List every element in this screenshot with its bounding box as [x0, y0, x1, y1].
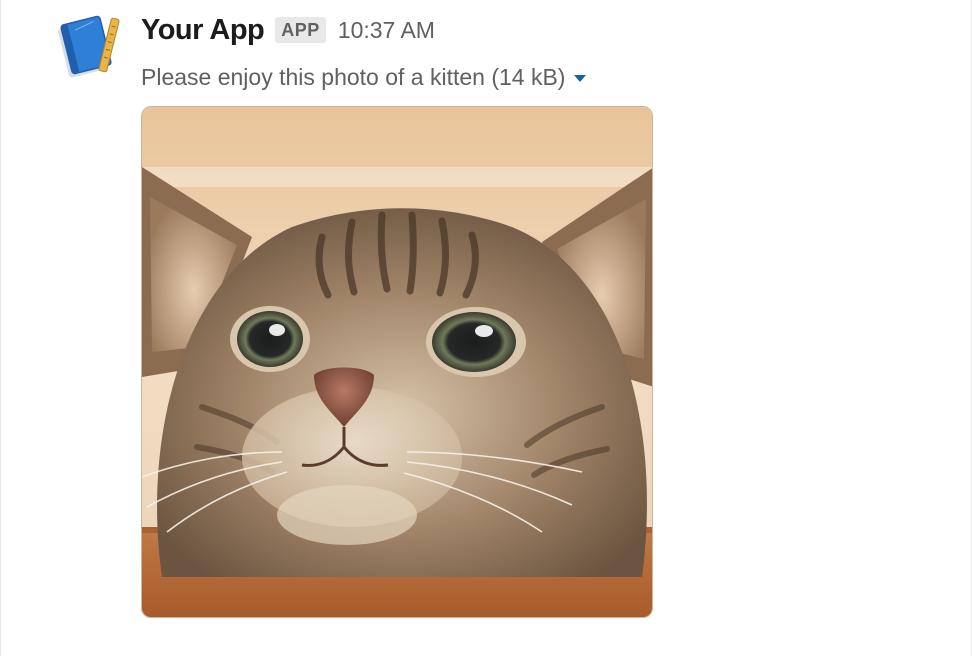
sender-name[interactable]: Your App	[141, 14, 265, 47]
blueprint-book-icon	[58, 15, 120, 78]
slack-window: Your App APP 10:37 AM Please enjoy this …	[0, 0, 972, 656]
message-header: Your App APP 10:37 AM	[141, 12, 435, 48]
app-avatar[interactable]	[55, 14, 123, 78]
app-badge: APP	[275, 17, 326, 43]
image-attachment[interactable]	[141, 106, 653, 618]
message-timestamp[interactable]: 10:37 AM	[338, 17, 435, 44]
chevron-down-icon[interactable]	[574, 74, 587, 82]
file-description-line: Please enjoy this photo of a kitten (14 …	[141, 60, 587, 94]
kitten-photo	[142, 107, 652, 617]
file-description: Please enjoy this photo of a kitten (14 …	[141, 63, 566, 90]
message: Your App APP 10:37 AM Please enjoy this …	[1, 0, 972, 656]
